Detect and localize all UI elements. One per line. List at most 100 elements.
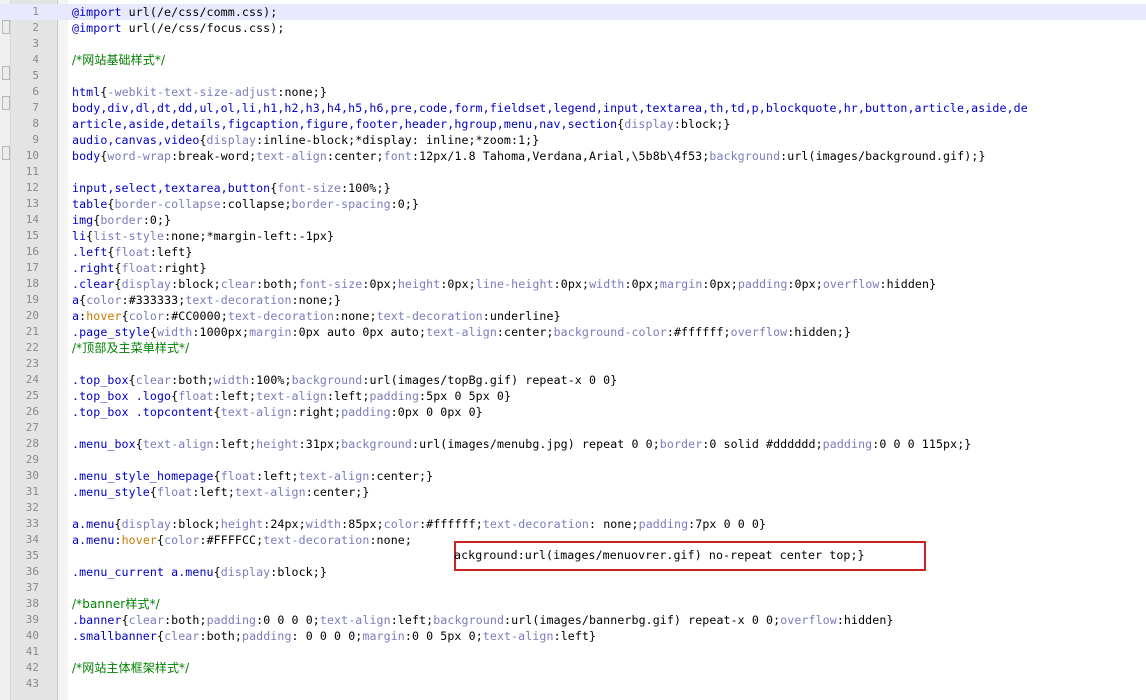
code-text[interactable]: .menu_style_homepage{float: left;text-ali… — [72, 468, 433, 484]
code-token: .menu_box — [72, 437, 136, 451]
code-token: text-align — [482, 629, 554, 643]
code-text[interactable]: a:hover{color:#CC0000;text-decoration:no… — [72, 308, 561, 324]
code-line[interactable]: 24 .top_box{clear:both;width:100%;backgro… — [0, 372, 1146, 388]
code-line[interactable]: 31 .menu_style{float:left;text-align:cent… — [0, 484, 1146, 500]
code-text[interactable]: .left{float:left} — [72, 244, 192, 260]
code-line[interactable]: 41 — [0, 644, 1146, 660]
code-line[interactable]: 4 /*网站基础样式*/ — [0, 52, 1146, 68]
code-text[interactable]: a.menu:hover{color:#FFFFCC;text-decorati… — [72, 532, 412, 548]
code-text[interactable]: .menu_current a.menu{display:block;} — [72, 564, 327, 580]
code-line[interactable]: 20 a:hover{color:#CC0000;text-decoration:… — [0, 308, 1146, 324]
code-token: : — [411, 149, 420, 163]
code-line[interactable]: 13 table{border-collapse:collapse;border-… — [0, 196, 1146, 212]
code-token: padding — [206, 613, 257, 627]
code-line[interactable]: 12 input,select,textarea,button{font-size… — [0, 180, 1146, 196]
code-text[interactable]: .banner{clear:both;padding:0 0 0 0;text-… — [72, 612, 894, 628]
code-text[interactable]: .top_box{clear:both;width:100%;backgroun… — [72, 372, 617, 388]
code-text[interactable]: .clear{display:block;clear:both;font-siz… — [72, 276, 936, 292]
code-token: li — [72, 229, 87, 243]
code-line[interactable]: 26 .top_box .topcontent{text-align:right;… — [0, 404, 1146, 420]
code-token: ; — [631, 517, 639, 531]
code-line[interactable]: 23 — [0, 356, 1146, 372]
code-token: text-decoration — [263, 533, 370, 547]
code-token: text-align — [220, 405, 292, 419]
code-text[interactable]: /*banner样式*/ — [72, 596, 160, 612]
code-token: line-height — [475, 277, 554, 291]
code-text[interactable]: input,select,textarea,button{font-size:1… — [72, 180, 391, 196]
code-line[interactable]: 29 — [0, 452, 1146, 468]
code-line[interactable]: 38 /*banner样式*/ — [0, 596, 1146, 612]
code-line[interactable]: 16 .left{float:left} — [0, 244, 1146, 260]
code-text[interactable]: @import url(/e/css/comm.css); — [72, 4, 277, 20]
code-text[interactable]: .menu_box{text-align:left;height:31px;ba… — [72, 436, 971, 452]
code-text[interactable]: a.menu{display:block;height:24px;width:8… — [72, 516, 766, 532]
code-text[interactable]: .menu_style{float:left;text-align:center… — [72, 484, 369, 500]
code-line[interactable]: 32 — [0, 500, 1146, 516]
code-line[interactable]: 5 — [0, 68, 1146, 84]
code-text[interactable]: a{color:#333333;text-decoration:none;} — [72, 292, 341, 308]
code-token: left — [397, 613, 427, 627]
code-line[interactable]: 33 a.menu{display:block;height:24px;width… — [0, 516, 1146, 532]
code-line[interactable]: 3 — [0, 36, 1146, 52]
code-token: : — [702, 277, 710, 291]
code-text[interactable]: html{-webkit-text-size-adjust:none;} — [72, 84, 327, 100]
code-line[interactable]: 14 img{border:0;} — [0, 212, 1146, 228]
code-line[interactable]: 43 — [0, 676, 1146, 692]
code-token: /*网站主体框架样式*/ — [72, 661, 190, 675]
code-text[interactable]: audio,canvas,video{display:inline-block;… — [72, 132, 539, 148]
code-token: #333333 — [128, 293, 179, 307]
code-token: .top_box .logo — [72, 389, 172, 403]
code-token: { — [156, 533, 165, 547]
code-line[interactable]: 25 .top_box .logo{float:left;text-align:l… — [0, 388, 1146, 404]
code-text[interactable]: .smallbanner{clear:both;padding: 0 0 0 0… — [72, 628, 596, 644]
code-text[interactable]: body{word-wrap:break-word;text-align:cen… — [72, 148, 986, 164]
code-token: } — [553, 309, 561, 323]
code-token: 0px — [631, 277, 653, 291]
code-line[interactable]: 9 audio,canvas,video{display:inline-block… — [0, 132, 1146, 148]
code-text[interactable]: .right{float:right} — [72, 260, 207, 276]
code-text[interactable]: article,aside,details,figcaption,figure,… — [72, 116, 731, 132]
code-line[interactable]: 19 a{color:#333333;text-decoration:none;} — [0, 292, 1146, 308]
code-text[interactable]: /*网站主体框架样式*/ — [72, 660, 189, 676]
code-text[interactable]: body,div,dl,dt,dd,ul,ol,li,h1,h2,h3,h4,h… — [72, 100, 1028, 116]
code-token: none;*margin-left:-1px — [171, 229, 327, 243]
code-token: 100% — [348, 181, 377, 195]
code-line[interactable]: 30 .menu_style_homepage{float: left;text-a… — [0, 468, 1146, 484]
code-text[interactable]: .top_box .logo{float:left;text-align:lef… — [72, 388, 511, 404]
code-token: #CC0000 — [171, 309, 221, 323]
code-text[interactable]: li{list-style:none;*margin-left:-1px} — [72, 228, 334, 244]
code-text[interactable]: @import url(/e/css/focus.css); — [72, 20, 284, 36]
code-line[interactable]: 37 — [0, 580, 1146, 596]
code-line[interactable]: 21 .page_style{width:1000px;margin:0px au… — [0, 324, 1146, 340]
code-line[interactable]: 15 li{list-style:none;*margin-left:-1px} — [0, 228, 1146, 244]
code-line[interactable]: 39 .banner{clear:both;padding:0 0 0 0;tex… — [0, 612, 1146, 628]
code-editor[interactable]: 1 @import url(/e/css/comm.css); 2 @import u… — [0, 0, 1146, 700]
code-line[interactable]: 6 html{-webkit-text-size-adjust:none;} — [0, 84, 1146, 100]
line-number: 43 — [25, 677, 39, 690]
code-line[interactable]: 17 .right{float:right} — [0, 260, 1146, 276]
code-text[interactable]: /*顶部及主菜单样式*/ — [72, 340, 189, 356]
code-text[interactable]: .top_box .topcontent{text-align:right;pa… — [72, 404, 483, 420]
code-text[interactable]: .page_style{width:1000px;margin:0px auto… — [72, 324, 851, 340]
code-token: ; — [220, 309, 228, 323]
code-line[interactable]: 28 .menu_box{text-align:left;height:31px;… — [0, 436, 1146, 452]
line-number: 27 — [25, 421, 39, 434]
code-line[interactable]: 1 @import url(/e/css/comm.css); — [0, 4, 1146, 20]
code-token: : — [390, 197, 398, 211]
code-line[interactable]: 27 — [0, 420, 1146, 436]
code-line[interactable]: 18 .clear{display:block;clear:both;font-s… — [0, 276, 1146, 292]
code-token: width — [156, 325, 193, 339]
code-line[interactable]: 10 body{word-wrap:break-word;text-align:c… — [0, 148, 1146, 164]
code-line[interactable]: 42 /*网站主体框架样式*/ — [0, 660, 1146, 676]
code-token: .clear — [72, 277, 115, 291]
code-text[interactable]: table{border-collapse:collapse;border-sp… — [72, 196, 419, 212]
code-line[interactable]: 40 .smallbanner{clear:both;padding: 0 0 0… — [0, 628, 1146, 644]
code-line[interactable]: 7 body,div,dl,dt,dd,ul,ol,li,h1,h2,h3,h4,… — [0, 100, 1146, 116]
code-line[interactable]: 22 /*顶部及主菜单样式*/ — [0, 340, 1146, 356]
code-text[interactable]: img{border:0;} — [72, 212, 171, 228]
code-line[interactable]: 8 article,aside,details,figcaption,figure… — [0, 116, 1146, 132]
code-line[interactable]: 2 @import url(/e/css/focus.css); — [0, 20, 1146, 36]
code-text[interactable]: /*网站基础样式*/ — [72, 52, 165, 68]
code-token: 0 — [149, 213, 158, 227]
code-line[interactable]: 11 — [0, 164, 1146, 180]
